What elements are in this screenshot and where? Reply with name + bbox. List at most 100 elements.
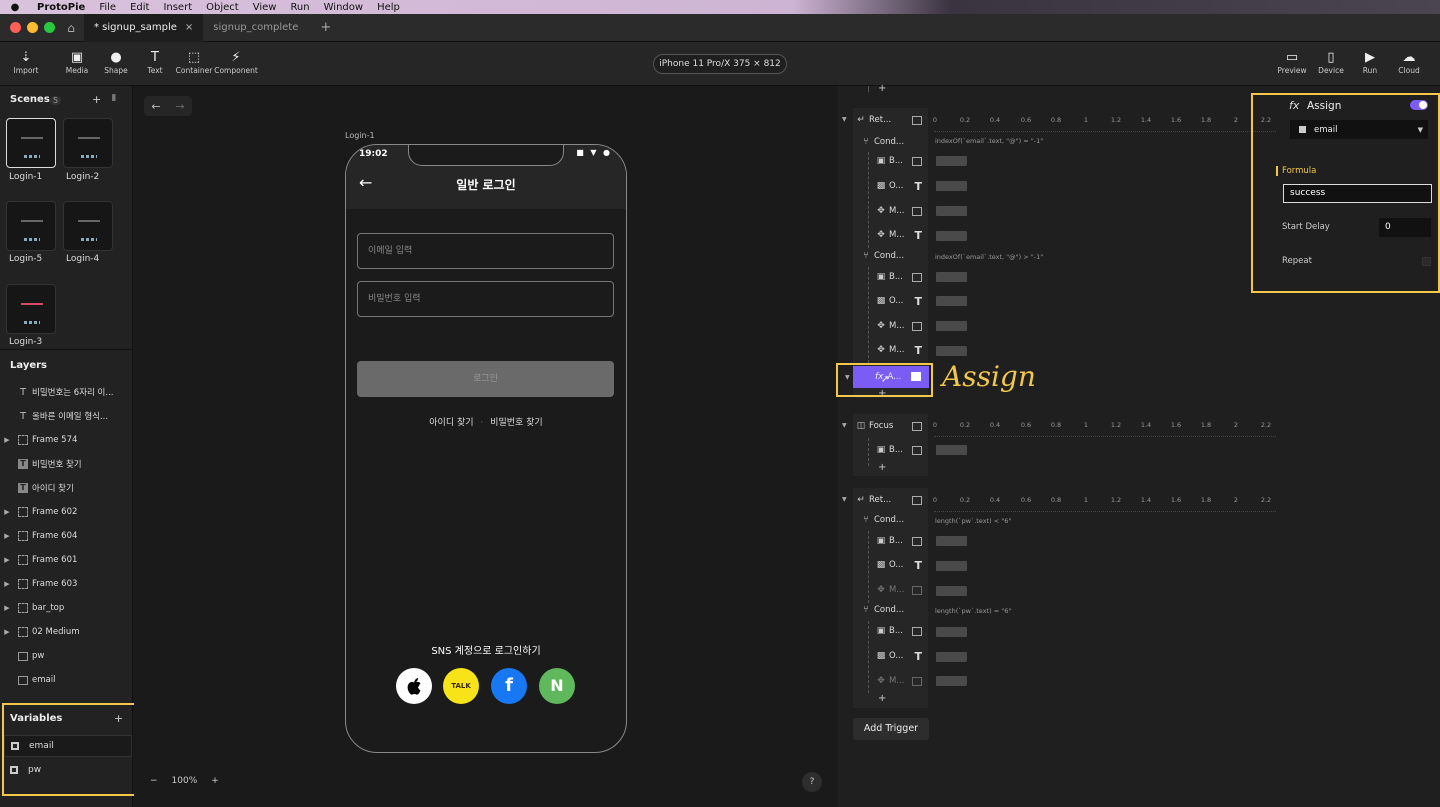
- response-bar[interactable]: [936, 206, 967, 216]
- container-button[interactable]: ⬚ Container: [172, 50, 216, 75]
- add-trigger-button[interactable]: Add Trigger: [853, 718, 929, 740]
- menu-edit[interactable]: Edit: [123, 2, 156, 13]
- expand-arrow-icon[interactable]: ▶: [0, 436, 14, 444]
- layer-item[interactable]: ▶ Frame 574: [0, 428, 133, 452]
- response-opacity[interactable]: ▩ O... T: [873, 644, 928, 668]
- expand-arrow-icon[interactable]: ▶: [0, 508, 14, 516]
- collapse-arrow-icon[interactable]: ▼: [842, 116, 847, 123]
- response-bring[interactable]: ▣ B...: [873, 529, 928, 553]
- device-selector[interactable]: iPhone 11 Pro/X 375 × 812: [653, 54, 787, 74]
- forward-arrow-icon[interactable]: →: [175, 100, 184, 113]
- layer-toggle-icon[interactable]: [912, 495, 922, 505]
- repeat-checkbox[interactable]: [1422, 257, 1431, 266]
- zoom-in-button[interactable]: +: [211, 776, 219, 786]
- response-bar[interactable]: [936, 156, 967, 166]
- expand-arrow-icon[interactable]: ▶: [0, 556, 14, 564]
- apple-icon[interactable]: ●: [0, 2, 30, 13]
- add-variable-button[interactable]: +: [114, 712, 123, 725]
- password-field[interactable]: 비밀번호 입력: [357, 281, 614, 317]
- add-response-button[interactable]: +: [878, 388, 886, 399]
- response-bar[interactable]: [936, 536, 967, 546]
- find-id-link[interactable]: 아이디 찾기: [429, 418, 473, 428]
- zoom-level[interactable]: 100%: [172, 776, 198, 786]
- apple-login-button[interactable]: [396, 668, 432, 704]
- menu-window[interactable]: Window: [317, 2, 370, 13]
- layer-toggle-icon[interactable]: [912, 206, 922, 216]
- response-bar[interactable]: [936, 296, 967, 306]
- add-response-button[interactable]: +: [878, 83, 886, 94]
- layer-item[interactable]: T 비밀번호 찾기: [0, 452, 133, 476]
- shape-button[interactable]: ● Shape: [94, 50, 138, 75]
- zoom-window-button[interactable]: [44, 22, 55, 33]
- menu-run[interactable]: Run: [283, 2, 316, 13]
- email-field[interactable]: 이메일 입력: [357, 233, 614, 269]
- layer-toggle-icon[interactable]: [912, 536, 922, 546]
- scene-view-icon[interactable]: ⫴: [112, 94, 116, 104]
- menu-insert[interactable]: Insert: [156, 2, 199, 13]
- scene-thumb-login-5[interactable]: [6, 201, 56, 251]
- response-bar[interactable]: [936, 346, 967, 356]
- response-bar[interactable]: [936, 272, 967, 282]
- media-button[interactable]: ▣ Media: [55, 50, 99, 75]
- device-button[interactable]: ▯ Device: [1309, 50, 1353, 75]
- kakao-login-button[interactable]: TALK: [443, 668, 479, 704]
- collapse-arrow-icon[interactable]: ▼: [845, 374, 850, 381]
- expand-arrow-icon[interactable]: ▶: [0, 532, 14, 540]
- scene-thumb-login-4[interactable]: [63, 201, 113, 251]
- layer-item[interactable]: email: [0, 668, 133, 692]
- find-pw-link[interactable]: 비밀번호 찾기: [490, 418, 543, 428]
- tab-signup-sample[interactable]: * signup_sample ×: [84, 13, 204, 42]
- variable-select[interactable]: email ▼: [1290, 120, 1428, 139]
- canvas[interactable]: ← → Login-1 19:02 ■ ▼ ● ← 일반 로그인 이메일 입력 …: [134, 86, 837, 807]
- variable-pw[interactable]: pw: [4, 759, 132, 781]
- layer-toggle-icon[interactable]: [912, 421, 922, 431]
- facebook-login-button[interactable]: f: [491, 668, 527, 704]
- layer-item[interactable]: pw: [0, 644, 133, 668]
- response-bring[interactable]: ▣ B...: [873, 265, 928, 289]
- response-opacity[interactable]: ▩ O... T: [873, 553, 928, 577]
- phone-frame[interactable]: 19:02 ■ ▼ ● ← 일반 로그인 이메일 입력 비밀번호 입력 로그인 …: [345, 144, 627, 753]
- trigger-focus[interactable]: ◫ Focus: [853, 414, 928, 438]
- response-opacity[interactable]: ▩ O... T: [873, 289, 928, 313]
- layer-item[interactable]: ▶ Frame 601: [0, 548, 133, 572]
- response-bar[interactable]: [936, 321, 967, 331]
- response-bring[interactable]: ▣ B...: [873, 149, 928, 173]
- response-bar[interactable]: [936, 561, 967, 571]
- layer-toggle-icon[interactable]: [912, 321, 922, 331]
- response-bar[interactable]: [936, 586, 967, 596]
- response-bar[interactable]: [936, 627, 967, 637]
- layer-item[interactable]: ▶ Frame 604: [0, 524, 133, 548]
- scene-thumb-login-3[interactable]: [6, 284, 56, 334]
- minimize-window-button[interactable]: [27, 22, 38, 33]
- response-bar[interactable]: [936, 676, 967, 686]
- layer-toggle-icon[interactable]: [912, 626, 922, 636]
- menu-app[interactable]: ProtoPie: [30, 2, 92, 13]
- trigger-return[interactable]: ↵ Ret...: [853, 108, 928, 132]
- help-button[interactable]: ?: [802, 772, 822, 792]
- response-move[interactable]: ✥ M...: [873, 669, 928, 693]
- scene-thumb-login-2[interactable]: [63, 118, 113, 168]
- response-bar[interactable]: [936, 231, 967, 241]
- add-scene-button[interactable]: +: [92, 93, 101, 106]
- component-button[interactable]: ⚡ Component: [214, 50, 258, 75]
- menu-help[interactable]: Help: [370, 2, 407, 13]
- home-icon[interactable]: ⌂: [58, 21, 84, 35]
- formula-input[interactable]: success: [1283, 184, 1432, 203]
- preview-button[interactable]: ▭ Preview: [1270, 50, 1314, 75]
- tab-signup-complete[interactable]: signup_complete: [203, 14, 308, 42]
- import-button[interactable]: ⇣ Import: [4, 50, 48, 75]
- menu-file[interactable]: File: [92, 2, 123, 13]
- layer-toggle-icon[interactable]: [912, 156, 922, 166]
- layer-item[interactable]: ▶ Frame 603: [0, 572, 133, 596]
- layer-item[interactable]: ▶ bar_top: [0, 596, 133, 620]
- response-bar[interactable]: [936, 181, 967, 191]
- response-move[interactable]: ✥ M... T: [873, 338, 928, 362]
- response-assign[interactable]: fx A...: [853, 366, 929, 388]
- response-bring[interactable]: ▣ B...: [873, 438, 928, 462]
- menu-object[interactable]: Object: [199, 2, 246, 13]
- add-response-button[interactable]: +: [878, 693, 886, 704]
- add-response-button[interactable]: +: [878, 462, 886, 473]
- layer-item[interactable]: T 아이디 찾기: [0, 476, 133, 500]
- close-window-button[interactable]: [10, 22, 21, 33]
- collapse-arrow-icon[interactable]: ▼: [842, 422, 847, 429]
